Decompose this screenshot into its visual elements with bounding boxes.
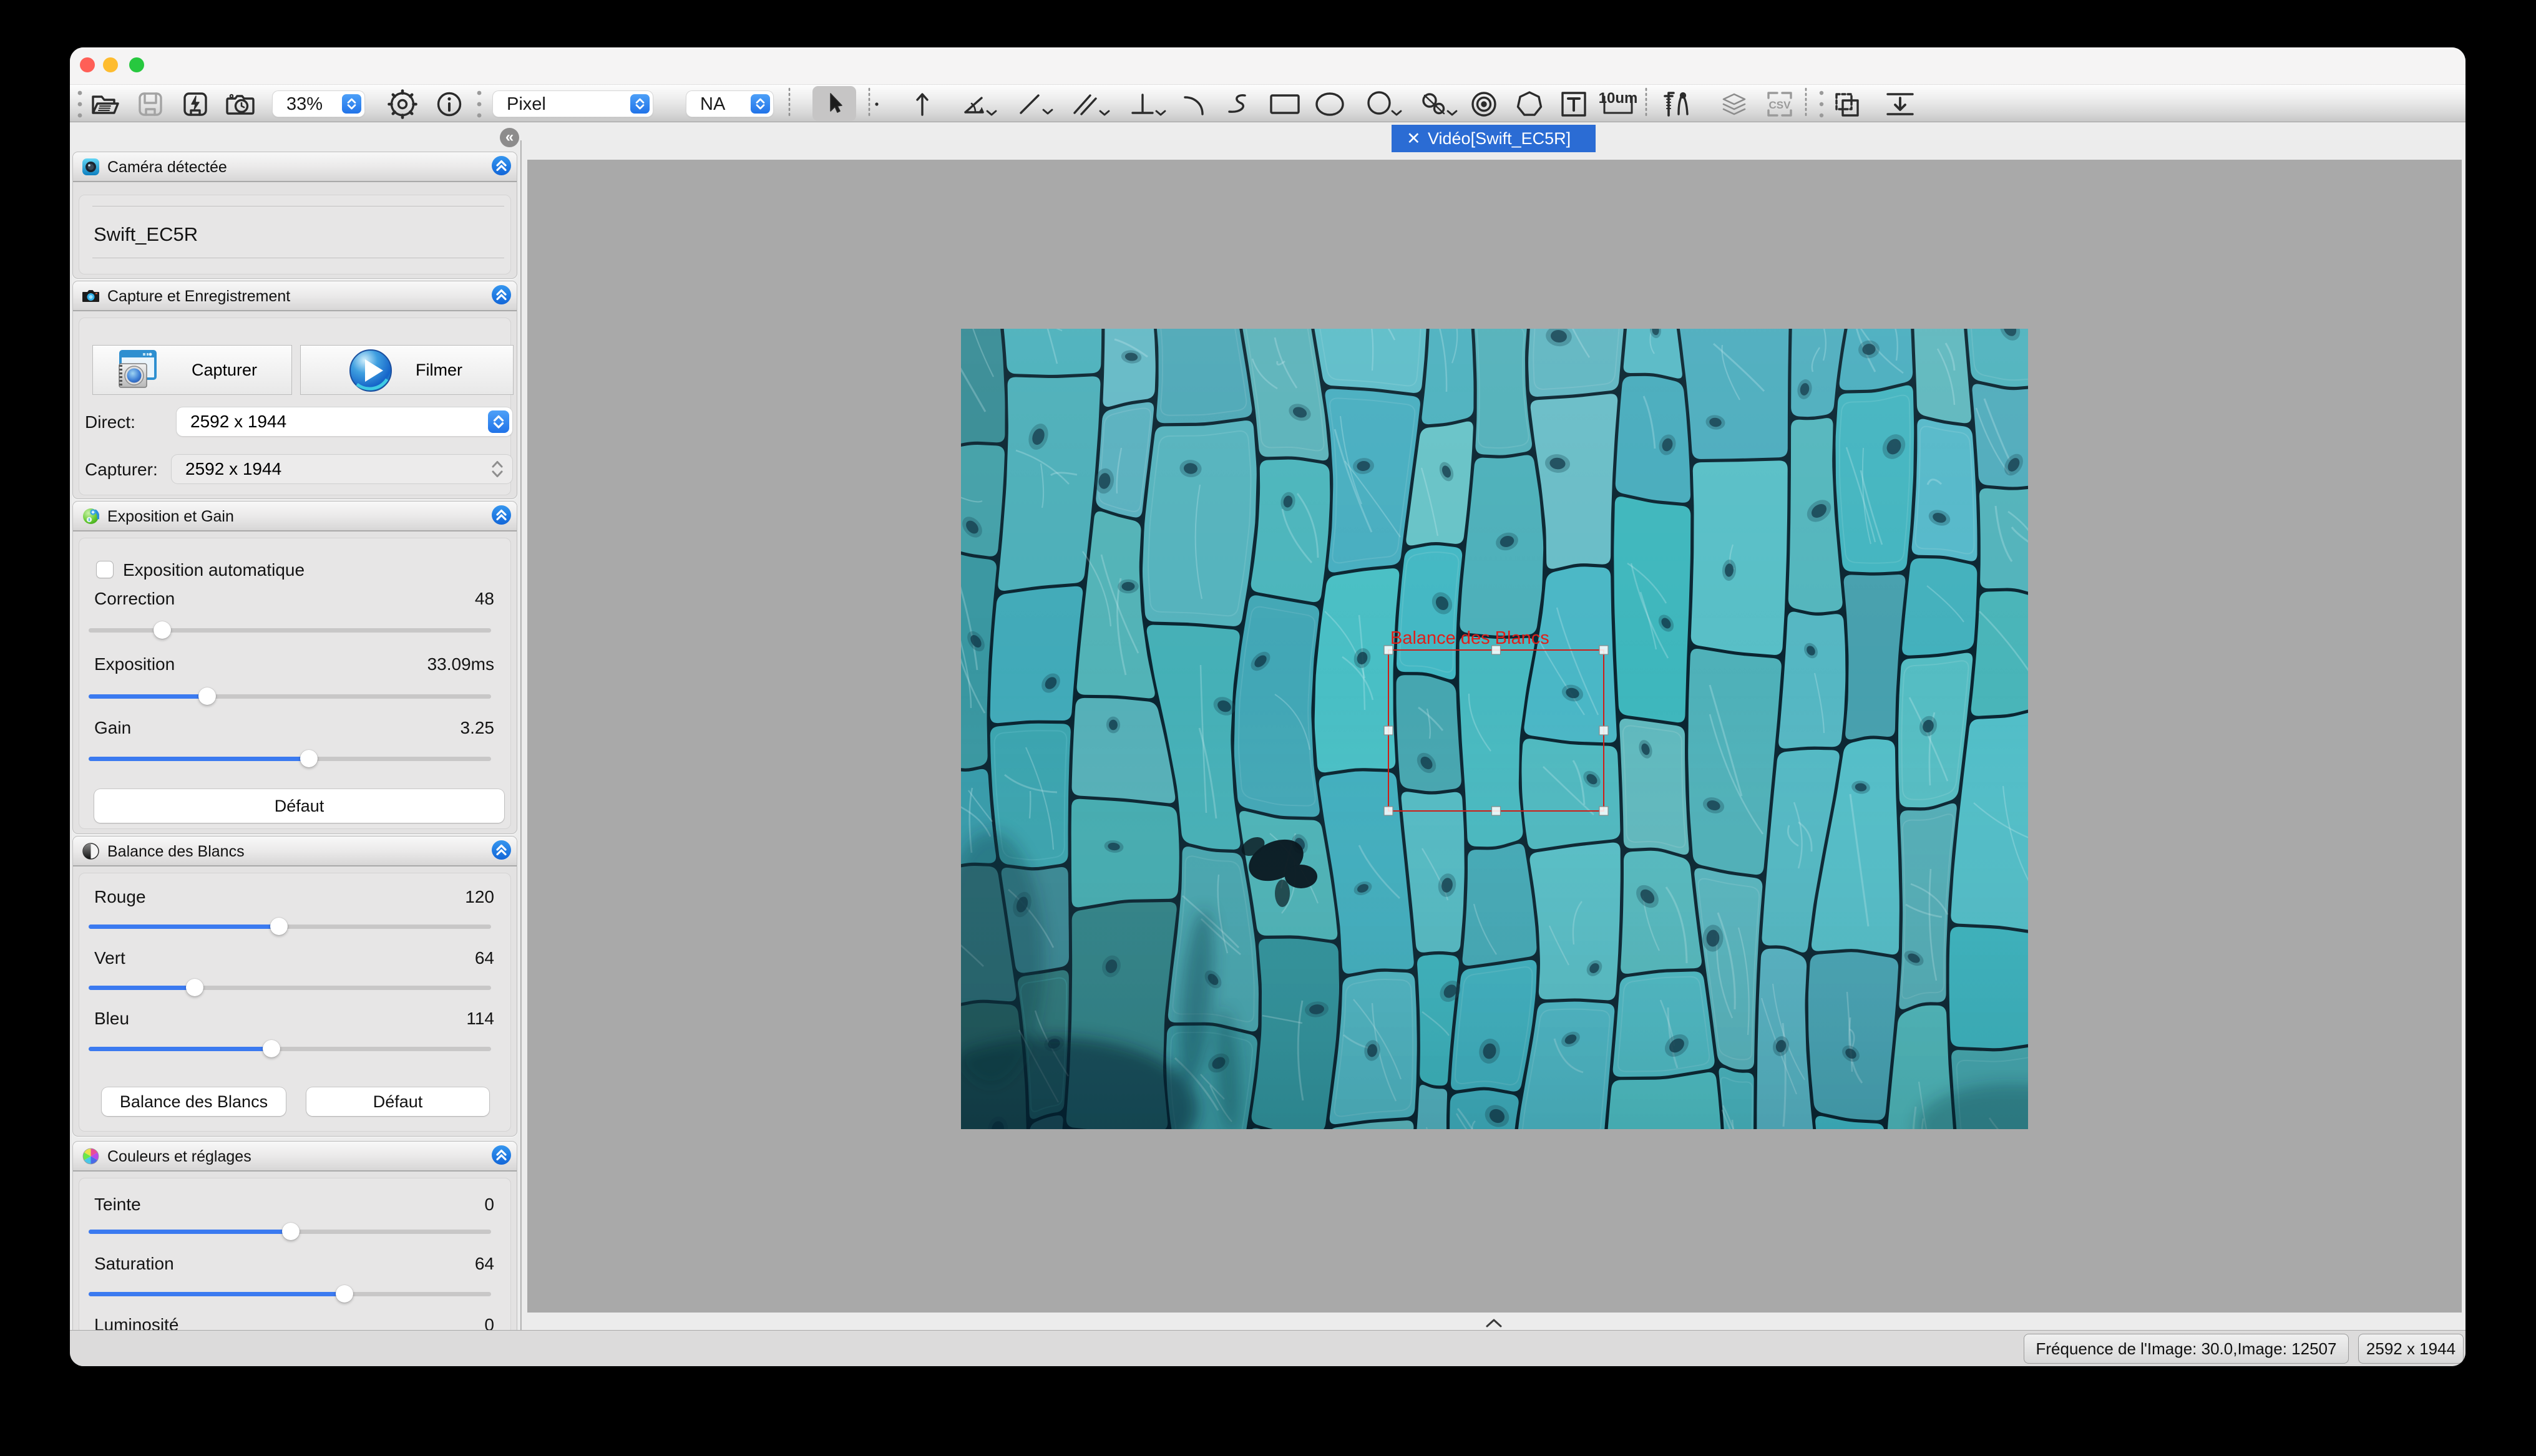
svg-text:CSV: CSV [1769,99,1792,111]
svg-text:Balance des Blancs: Balance des Blancs [1390,628,1549,648]
